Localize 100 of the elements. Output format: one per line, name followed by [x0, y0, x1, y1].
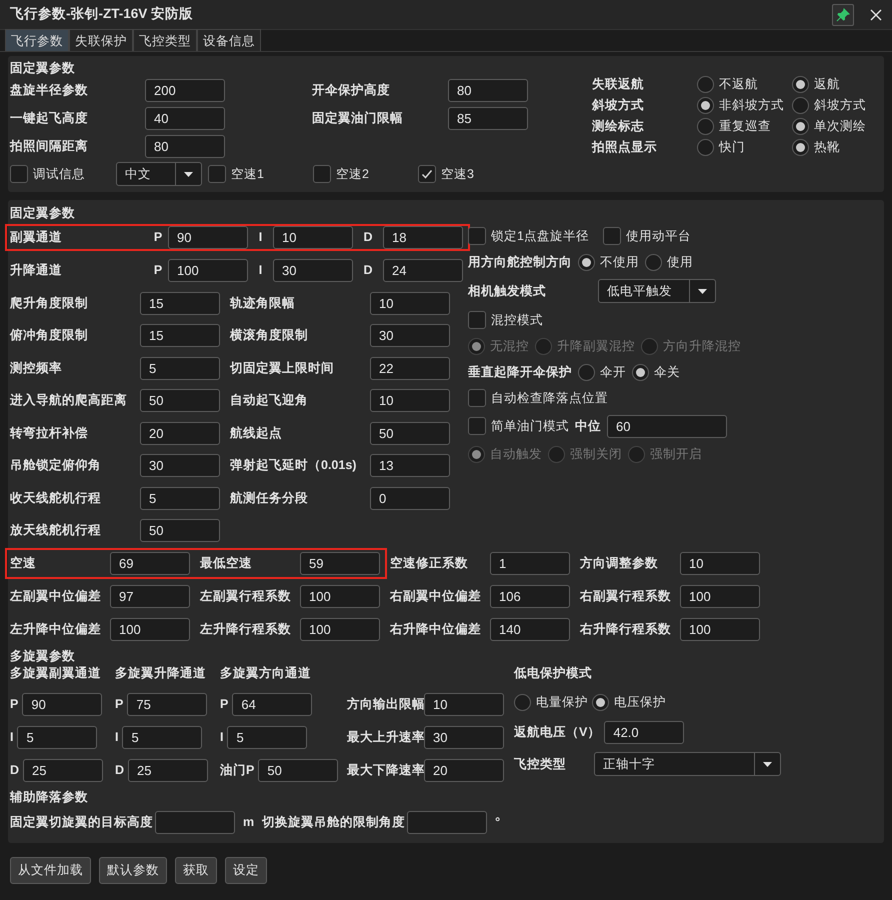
- input-field[interactable]: 22: [370, 356, 450, 380]
- input-field[interactable]: 20: [140, 422, 220, 445]
- checkbox[interactable]: 混控模式: [468, 310, 543, 330]
- field-label: 测控频率: [10, 360, 63, 377]
- checkbox[interactable]: 空速2: [313, 164, 418, 184]
- input-field[interactable]: 30: [140, 454, 220, 478]
- field-label: 升降通道: [10, 262, 63, 280]
- input-field[interactable]: 25: [128, 759, 208, 782]
- input-field[interactable]: 40: [145, 106, 225, 130]
- input-field[interactable]: 75: [127, 693, 208, 716]
- input-field[interactable]: 97: [110, 585, 190, 608]
- action-button[interactable]: 默认参数: [99, 857, 167, 884]
- input-field[interactable]: 30: [424, 726, 504, 749]
- field-label: 进入导航的爬高距离: [10, 392, 128, 410]
- input-field[interactable]: 5: [122, 726, 202, 749]
- input-field[interactable]: 90: [22, 693, 102, 716]
- checkbox[interactable]: 自动检查降落点位置: [468, 388, 608, 408]
- input-field[interactable]: 64: [232, 693, 312, 716]
- input-field[interactable]: 100: [168, 259, 248, 282]
- input-field[interactable]: 30: [273, 259, 353, 282]
- radio-button[interactable]: 电量保护: [514, 692, 588, 712]
- radio-button[interactable]: 使用: [645, 252, 693, 272]
- input-field[interactable]: 5: [140, 486, 220, 510]
- action-button[interactable]: 获取: [175, 857, 217, 884]
- input-field[interactable]: 106: [490, 585, 570, 608]
- input-field[interactable]: 10: [370, 389, 450, 412]
- dropdown[interactable]: 低电平触发: [598, 279, 716, 303]
- checkbox[interactable]: 空速3: [418, 164, 523, 184]
- checkbox[interactable]: 锁定1点盘旋半径: [468, 226, 589, 246]
- tab[interactable]: 失联保护: [69, 29, 133, 51]
- input-field[interactable]: 100: [680, 585, 760, 608]
- radio-button[interactable]: 返航: [792, 75, 887, 94]
- input-field[interactable]: 80: [145, 134, 225, 158]
- input-field[interactable]: 200: [145, 78, 225, 102]
- input-field[interactable]: 10: [273, 226, 353, 249]
- input-field[interactable]: 24: [383, 259, 463, 282]
- checkbox[interactable]: 空速1: [208, 164, 313, 184]
- input-field[interactable]: 20: [424, 759, 504, 782]
- field-label: D: [10, 762, 20, 780]
- input-field[interactable]: 10: [370, 292, 450, 315]
- field-label: 左升降中位偏差: [10, 621, 102, 638]
- input-field[interactable]: 10: [680, 552, 760, 575]
- unit-label: m: [243, 814, 254, 831]
- input-field[interactable]: [155, 810, 235, 834]
- radio-button[interactable]: 电压保护: [592, 692, 666, 712]
- radio-button[interactable]: 重复巡查: [697, 117, 792, 136]
- input-field[interactable]: 50: [258, 759, 338, 782]
- radio-button[interactable]: 非斜坡方式: [697, 96, 792, 115]
- input-field[interactable]: 90: [168, 226, 248, 249]
- input-field[interactable]: 10: [424, 693, 504, 716]
- input-field[interactable]: 140: [490, 618, 570, 641]
- input-field[interactable]: 0: [370, 486, 450, 510]
- input-field[interactable]: 42.0: [604, 720, 684, 744]
- input-field[interactable]: 69: [110, 552, 190, 575]
- input-field[interactable]: [407, 810, 488, 834]
- input-field[interactable]: 1: [490, 552, 570, 575]
- radio-button[interactable]: 斜坡方式: [792, 96, 887, 115]
- radio-button[interactable]: 快门: [697, 138, 792, 157]
- tab[interactable]: 飞控类型: [133, 29, 197, 51]
- input-field[interactable]: 100: [110, 618, 190, 641]
- input-field[interactable]: 100: [300, 585, 380, 608]
- radio-button[interactable]: 伞开: [578, 362, 626, 382]
- input-field[interactable]: 25: [23, 759, 104, 782]
- input-field[interactable]: 5: [17, 726, 98, 749]
- radio-button[interactable]: 不返航: [697, 75, 792, 94]
- field-label: P: [220, 696, 228, 714]
- checkbox[interactable]: 调试信息: [10, 164, 116, 184]
- input-field[interactable]: 100: [300, 618, 380, 641]
- input-field[interactable]: 5: [140, 356, 220, 380]
- input-field[interactable]: 5: [227, 726, 308, 749]
- input-field[interactable]: 60: [607, 414, 727, 438]
- input-field[interactable]: 100: [680, 618, 760, 641]
- input-field[interactable]: 50: [140, 389, 220, 412]
- radio-button[interactable]: 不使用: [578, 252, 639, 272]
- tab[interactable]: 设备信息: [197, 29, 261, 51]
- close-icon[interactable]: [870, 8, 882, 21]
- field-label: D: [115, 762, 124, 780]
- field-label: 横滚角度限制: [230, 327, 309, 344]
- checkbox[interactable]: 使用动平台: [602, 226, 691, 246]
- input-field[interactable]: 85: [448, 106, 528, 130]
- input-field[interactable]: 13: [370, 454, 450, 478]
- input-field[interactable]: 30: [370, 324, 450, 348]
- radio-button[interactable]: 伞关: [632, 362, 680, 382]
- input-field[interactable]: 50: [140, 519, 220, 542]
- pin-button[interactable]: [832, 4, 854, 26]
- input-field[interactable]: 15: [140, 324, 220, 348]
- checkbox[interactable]: 简单油门模式: [468, 416, 569, 436]
- dropdown[interactable]: 中文: [116, 162, 202, 186]
- action-button[interactable]: 设定: [225, 857, 267, 884]
- input-field[interactable]: 50: [370, 422, 450, 445]
- input-field[interactable]: 18: [383, 226, 463, 249]
- field-label: 自动起飞迎角: [230, 392, 309, 410]
- radio-button[interactable]: 热靴: [792, 138, 887, 157]
- input-field[interactable]: 80: [448, 78, 528, 102]
- tab[interactable]: 飞行参数: [5, 29, 69, 51]
- radio-button[interactable]: 单次测绘: [792, 117, 887, 136]
- input-field[interactable]: 15: [140, 292, 220, 315]
- dropdown[interactable]: 正轴十字: [594, 752, 781, 776]
- input-field[interactable]: 59: [300, 552, 380, 575]
- action-button[interactable]: 从文件加载: [10, 857, 91, 884]
